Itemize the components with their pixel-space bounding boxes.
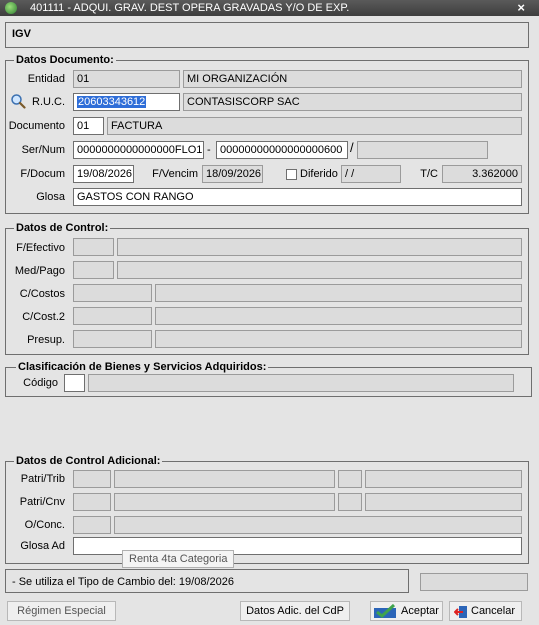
- patritrib-desc2-field: [365, 470, 522, 488]
- status-extra-field: [420, 573, 528, 591]
- codigo-desc-field: [88, 374, 514, 392]
- aceptar-button[interactable]: Aceptar: [370, 601, 443, 621]
- entidad-code-field[interactable]: 01: [73, 70, 180, 88]
- patritrib-code-field[interactable]: [73, 470, 111, 488]
- datos-adicional-legend: Datos de Control Adicional:: [14, 455, 163, 467]
- cancelar-button[interactable]: Cancelar: [449, 601, 522, 621]
- fefectivo-code-field[interactable]: [73, 238, 114, 256]
- title-bar: 401111 - ADQUI. GRAV. DEST OPERA GRAVADA…: [0, 0, 539, 16]
- exit-icon: [453, 605, 468, 619]
- ruc-name-field: CONTASISCORP SAC: [183, 93, 522, 111]
- fdocum-label: F/Docum: [20, 168, 65, 180]
- fefectivo-desc-field: [117, 238, 522, 256]
- oconc-label: O/Conc.: [24, 519, 65, 531]
- oconc-code-field[interactable]: [73, 516, 111, 534]
- ruc-field[interactable]: 20603343612: [73, 93, 180, 111]
- aceptar-label: Aceptar: [401, 605, 439, 617]
- regimen-especial-button[interactable]: Régimen Especial: [7, 601, 116, 621]
- sernum-slash: /: [350, 140, 354, 155]
- numero-field[interactable]: 00000000000000000600: [216, 141, 348, 159]
- medpago-desc-field: [117, 261, 522, 279]
- ccost2-desc-field: [155, 307, 522, 325]
- fdocum-field[interactable]: 19/08/2026: [73, 165, 134, 183]
- sernum-label: Ser/Num: [21, 144, 65, 156]
- check-icon: [374, 603, 398, 619]
- close-icon[interactable]: ×: [517, 0, 525, 16]
- ccost2-label: C/Cost.2: [22, 311, 65, 323]
- patricnv-code-field[interactable]: [73, 493, 111, 511]
- patritrib-desc-field: [114, 470, 335, 488]
- cancelar-label: Cancelar: [471, 605, 516, 617]
- glosa-label: Glosa: [36, 191, 65, 203]
- patricnv-desc-field: [114, 493, 335, 511]
- codigo-label: Código: [23, 377, 58, 389]
- clasificacion-legend: Clasificación de Bienes y Servicios Adqu…: [16, 361, 269, 373]
- fefectivo-label: F/Efectivo: [16, 242, 65, 254]
- patritrib-label: Patri/Trib: [20, 473, 65, 485]
- codigo-field[interactable]: [64, 374, 85, 392]
- presup-desc-field: [155, 330, 522, 348]
- window-title: 401111 - ADQUI. GRAV. DEST OPERA GRAVADA…: [30, 2, 350, 14]
- medpago-code-field[interactable]: [73, 261, 114, 279]
- diferido-checkbox[interactable]: [286, 169, 297, 180]
- patricnv-label: Patri/Cnv: [19, 496, 65, 508]
- diferido-date-field[interactable]: / /: [341, 165, 401, 183]
- ccostos-code-field[interactable]: [73, 284, 152, 302]
- tc-field[interactable]: 3.362000: [442, 165, 522, 183]
- ccostos-desc-field: [155, 284, 522, 302]
- datos-adic-cdp-button[interactable]: Datos Adic. del CdP: [240, 601, 350, 621]
- ruc-value: 20603343612: [77, 96, 147, 108]
- glosa-ad-label: Glosa Ad: [20, 540, 65, 552]
- tooltip: Renta 4ta Categoria: [122, 550, 235, 568]
- patricnv-desc2-field: [365, 493, 522, 511]
- fvencim-label: F/Vencim: [152, 168, 198, 180]
- medpago-label: Med/Pago: [14, 265, 65, 277]
- entidad-label: Entidad: [27, 73, 65, 85]
- status-box: - Se utiliza el Tipo de Cambio del: 19/0…: [5, 569, 409, 593]
- status-message: - Se utiliza el Tipo de Cambio del: 19/0…: [12, 576, 234, 588]
- sernum-extra-field[interactable]: [357, 141, 488, 159]
- presup-label: Presup.: [27, 334, 65, 346]
- serie-field[interactable]: 0000000000000000FLO1: [73, 141, 204, 159]
- app-icon: [5, 2, 17, 14]
- igv-header: IGV: [5, 22, 529, 48]
- presup-code-field[interactable]: [73, 330, 152, 348]
- diferido-label: Diferido: [300, 168, 338, 180]
- documento-code-field[interactable]: 01: [73, 117, 104, 135]
- glosa-field[interactable]: GASTOS CON RANGO: [73, 188, 522, 206]
- sernum-separator: -: [207, 144, 211, 156]
- tc-label: T/C: [420, 168, 438, 180]
- datos-documento-legend: Datos Documento:: [14, 54, 116, 66]
- fvencim-field[interactable]: 18/09/2026: [202, 165, 263, 183]
- documento-label: Documento: [8, 120, 65, 132]
- patritrib-code2-field[interactable]: [338, 470, 362, 488]
- ccostos-label: C/Costos: [19, 288, 65, 300]
- patricnv-code2-field[interactable]: [338, 493, 362, 511]
- oconc-desc-field: [114, 516, 522, 534]
- entidad-name-field: MI ORGANIZACIÓN: [183, 70, 522, 88]
- header-title: IGV: [12, 28, 31, 40]
- datos-control-legend: Datos de Control:: [14, 222, 111, 234]
- ruc-label: R.U.C.: [32, 96, 65, 108]
- documento-name-field: FACTURA: [107, 117, 522, 135]
- ccost2-code-field[interactable]: [73, 307, 152, 325]
